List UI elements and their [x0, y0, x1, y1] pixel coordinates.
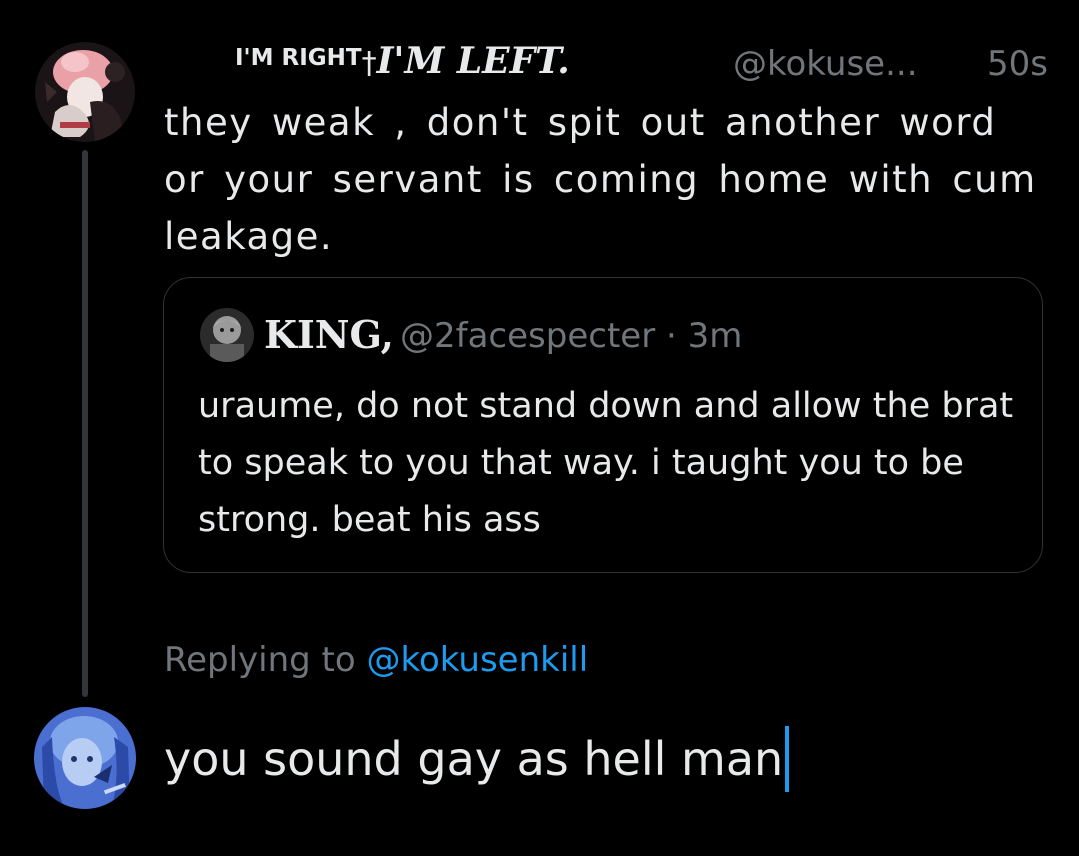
author-avatar[interactable] [35, 42, 135, 142]
user-avatar-pink-anime-icon [35, 42, 135, 142]
quote-author-avatar [200, 308, 254, 362]
author-display-name[interactable]: I'M RIGHT†I'M LEFT. [235, 40, 570, 82]
quote-tweet-card[interactable]: KING, @2facespecter · 3m uraume, do not … [163, 277, 1043, 573]
tweet-timestamp[interactable]: 50s [987, 44, 1048, 84]
author-handle[interactable]: @kokuse... [733, 44, 918, 84]
user-avatar-blue-anime-icon [34, 707, 136, 809]
display-name-part1: I'M RIGHT [235, 45, 362, 71]
reply-compose-input[interactable]: you sound gay as hell man [164, 726, 790, 792]
quote-separator: · [666, 316, 677, 356]
user-avatar-grayscale-icon [200, 308, 254, 362]
replying-to-label: Replying to [164, 640, 356, 680]
quote-timestamp: 3m [687, 316, 743, 356]
thread-line [82, 150, 88, 697]
tweet-header: I'M RIGHT†I'M LEFT. @kokuse... 50s [235, 38, 1050, 88]
text-cursor [785, 726, 790, 792]
dagger-glyph: † [361, 46, 377, 81]
display-name-part2: I'M LEFT. [376, 40, 570, 82]
replying-to: Replying to @kokusenkill [164, 640, 588, 680]
composer-avatar [34, 707, 136, 809]
quote-text: uraume, do not stand down and allow the … [198, 386, 1014, 540]
compose-text: you sound gay as hell man [164, 732, 784, 786]
quote-author-name: KING, [264, 312, 394, 357]
tweet-text: they weak , don't spit out another word … [164, 101, 1037, 258]
replying-to-mention[interactable]: @kokusenkill [367, 640, 589, 680]
quote-author-handle: @2facespecter [400, 316, 656, 356]
quote-meta: @2facespecter · 3m [400, 316, 742, 356]
